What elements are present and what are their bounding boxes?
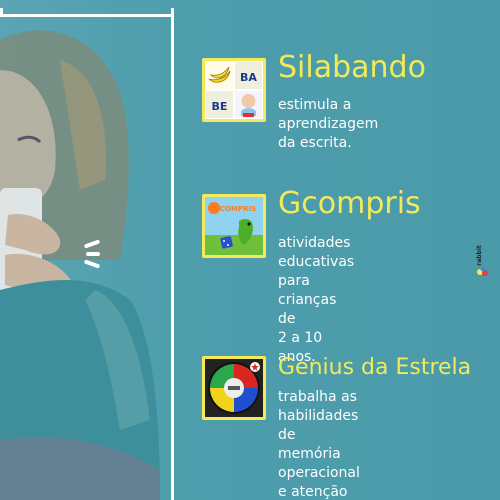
rabbit-logo-text: rabbit (475, 245, 483, 266)
child-photo (0, 0, 220, 500)
genius-description: trabalha as habilidades de memória opera… (278, 389, 360, 500)
frame-line (171, 8, 174, 500)
silabando-title: Silabando (278, 50, 426, 85)
ba-text: BA (240, 71, 257, 84)
genius-title: Genius da Estrela (278, 355, 472, 380)
silabando-thumbnail: BA BE (202, 58, 266, 122)
genius-thumbnail (202, 356, 266, 420)
be-text: BE (212, 100, 228, 113)
gcompris-logo-text: GCOMPRIS (214, 205, 256, 213)
gcompris-description: atividades educativas para crianças de 2… (278, 235, 355, 365)
frame-line (0, 14, 172, 17)
gcompris-thumbnail: GCOMPRIS (202, 194, 266, 258)
silabando-description: estimula a aprendizagem da escrita. (278, 97, 379, 151)
gcompris-title: Gcompris (278, 186, 421, 221)
